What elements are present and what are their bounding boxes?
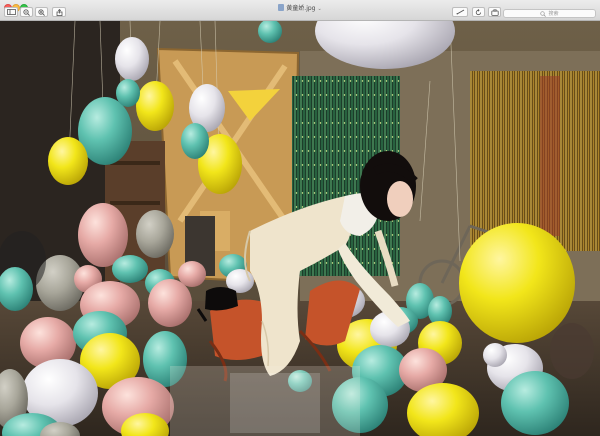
markup-pen-icon (456, 9, 464, 15)
zoom-in-button[interactable] (35, 7, 48, 17)
search-field[interactable]: 搜索 (503, 9, 596, 18)
image-file-icon (278, 4, 285, 11)
toolbox-icon (490, 8, 499, 16)
rotate-icon (475, 8, 481, 15)
window-title-text: 黄童娇.jpg (286, 5, 316, 12)
toolbox-button[interactable] (488, 7, 501, 17)
search-icon (540, 10, 547, 17)
search-placeholder: 搜索 (548, 11, 559, 17)
title-bar: 黄童娇.jpg ⌄ 搜索 (0, 0, 600, 21)
zoom-in-icon (38, 8, 45, 16)
zoom-out-icon (23, 8, 30, 16)
rotate-button[interactable] (472, 7, 485, 17)
sidebar-toggle-button[interactable] (4, 7, 18, 17)
markup-button[interactable] (452, 7, 468, 17)
sidebar-toggle-icon (6, 9, 16, 15)
photo-image (0, 21, 600, 436)
preview-window: 黄童娇.jpg ⌄ 搜索 (0, 0, 600, 436)
photo-canvas[interactable] (0, 21, 600, 436)
zoom-out-button[interactable] (20, 7, 33, 17)
chevron-down-icon: ⌄ (317, 6, 322, 12)
share-button[interactable] (52, 7, 66, 17)
share-icon (56, 8, 62, 16)
